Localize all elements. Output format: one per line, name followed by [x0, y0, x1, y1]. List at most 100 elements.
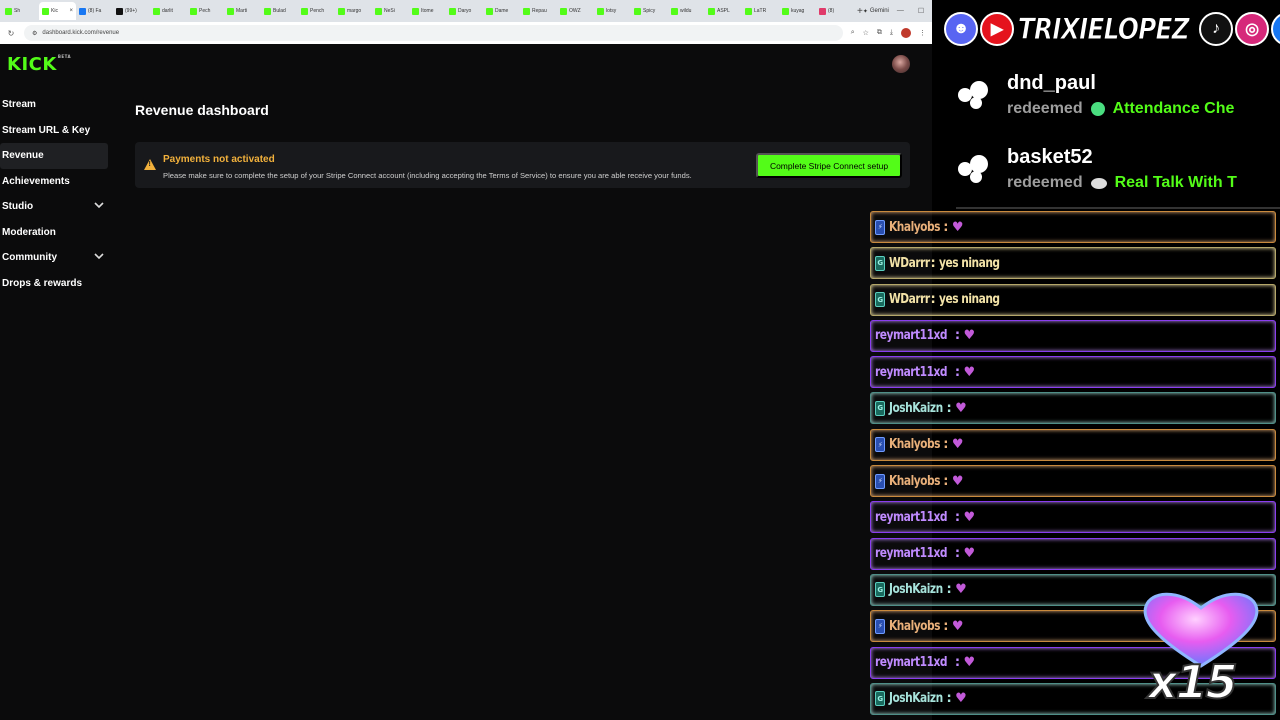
browser-tab[interactable]: Pench	[298, 2, 335, 20]
maximize-icon[interactable]: ☐	[918, 7, 924, 15]
sidebar-item-achievements[interactable]: Achievements	[0, 169, 108, 195]
browser-tab[interactable]: Pech	[187, 2, 224, 20]
browser-tab[interactable]: Daryo	[446, 2, 483, 20]
browser-tab[interactable]: ASPL	[705, 2, 742, 20]
browser-tab[interactable]: LaTR	[742, 2, 779, 20]
tab-title: OWZ	[569, 8, 581, 14]
discord-icon: ☻	[944, 12, 978, 46]
browser-tab[interactable]: (8)	[816, 2, 853, 20]
kick-favicon-icon	[523, 7, 530, 15]
site-info-icon[interactable]: ⚙	[32, 30, 37, 37]
reload-icon[interactable]: ↻	[6, 29, 16, 38]
kick-favicon-icon	[671, 7, 678, 15]
minimize-icon[interactable]: —	[897, 7, 904, 15]
user-avatar[interactable]	[892, 55, 910, 73]
kick-favicon-icon	[412, 7, 419, 15]
browser-tab[interactable]: NeSi	[372, 2, 409, 20]
chat-message: reymart11xd: ♥	[870, 501, 1276, 534]
tab-title: Dame	[495, 8, 509, 14]
browser-tab[interactable]: Bulad	[261, 2, 298, 20]
heart-emote-icon: ♥	[963, 364, 975, 380]
kick-favicon-icon	[560, 7, 567, 15]
kick-favicon-icon	[708, 7, 715, 15]
menu-dots-icon[interactable]: ⋮	[919, 29, 926, 37]
warning-icon: !	[144, 159, 156, 170]
chat-message: reymart11xd: ♥	[870, 319, 1276, 352]
sidebar-item-label: Studio	[2, 201, 34, 213]
heart-emote-icon: ♥	[951, 219, 964, 235]
extensions-icon[interactable]: ⧉	[877, 29, 882, 37]
chevron-down-icon[interactable]	[94, 253, 104, 262]
chat-message: reymart11xd: ♥	[870, 356, 1276, 389]
chat-separator: :	[943, 618, 948, 634]
browser-tab[interactable]: (99+)	[113, 2, 150, 20]
sidebar-item-label: Community	[2, 252, 57, 264]
sub-badge-icon: ⚡	[875, 618, 885, 634]
chat-username: reymart11xd	[875, 546, 948, 562]
redeemer-avatar-icon	[956, 152, 990, 186]
chat-username: reymart11xd	[875, 364, 948, 380]
alert-title: Payments not activated	[163, 154, 275, 165]
chat-separator: :	[954, 546, 960, 562]
chat-username: JoshKaizn	[889, 691, 943, 707]
sparkle-icon: ✦	[862, 8, 868, 15]
sidebar-item-drops-rewards[interactable]: Drops & rewards	[0, 271, 108, 297]
tab-close-icon[interactable]: ×	[69, 8, 73, 14]
tab-title: (8) Fa	[88, 8, 102, 14]
sidebar-item-label: Moderation	[2, 226, 56, 238]
address-bar-row: ↻ ⚙ dashboard.kick.com/revenue ⌕ ☆ ⧉ ⤓ ⋮	[0, 22, 932, 44]
chevron-down-icon[interactable]	[94, 202, 104, 211]
browser-tab[interactable]: darlit	[150, 2, 187, 20]
browser-tab[interactable]: kuyag	[779, 2, 816, 20]
kick-favicon-icon	[782, 7, 789, 15]
browser-tab[interactable]: Sh	[2, 2, 39, 20]
browser-tab[interactable]: margo	[335, 2, 372, 20]
heart-counter: x15	[1147, 654, 1239, 710]
tiktok-favicon-icon	[116, 7, 123, 15]
tiktok-icon: ♪	[1199, 12, 1234, 46]
browser-tab[interactable]: Kic ×	[39, 2, 76, 20]
gemini-button[interactable]: ✦ Gemini	[863, 8, 897, 15]
browser-tab[interactable]: Spicy	[631, 2, 668, 20]
browser-tab[interactable]: lotsy	[594, 2, 631, 20]
browser-tab[interactable]: OWZ	[557, 2, 594, 20]
chat-separator: :	[946, 400, 952, 416]
browser-tab[interactable]: Repau	[520, 2, 557, 20]
kick-favicon-icon	[227, 7, 234, 15]
bookmark-star-icon[interactable]: ☆	[863, 29, 869, 37]
chat-username: reymart11xd	[875, 328, 948, 344]
browser-tab[interactable]: wildu	[668, 2, 705, 20]
gifter-badge-icon: G	[875, 691, 885, 707]
profile-avatar[interactable]	[901, 28, 911, 38]
download-icon[interactable]: ⤓	[890, 29, 893, 37]
tab-title: Repau	[532, 8, 547, 14]
chat-message: ⚡ Khalyobs: ♥	[870, 211, 1276, 243]
heart-emote-icon: ♥	[951, 618, 964, 634]
heart-emote-icon: ♥	[955, 691, 967, 707]
chat-username: Khalyobs	[889, 437, 941, 453]
browser-tab[interactable]: (8) Fa	[76, 2, 113, 20]
chat-separator: :	[930, 292, 936, 308]
reward-name: Real Talk With T	[1114, 174, 1237, 191]
sidebar-item-stream[interactable]: Stream	[0, 92, 108, 118]
browser-tab[interactable]: Itome	[409, 2, 446, 20]
url-field[interactable]: ⚙ dashboard.kick.com/revenue	[24, 25, 843, 41]
sidebar-item-label: Stream URL & Key	[2, 124, 91, 136]
browser-tab[interactable]: Marti	[224, 2, 261, 20]
tab-title: Sh	[14, 8, 21, 14]
facebook-favicon-icon	[79, 7, 86, 15]
sidebar-item-studio[interactable]: Studio	[0, 194, 108, 220]
stripe-setup-button[interactable]: Complete Stripe Connect setup	[756, 153, 902, 178]
zoom-icon[interactable]: ⌕	[851, 29, 855, 37]
sidebar-item-stream-url-key[interactable]: Stream URL & Key	[0, 118, 108, 144]
browser-tab[interactable]: Dame	[483, 2, 520, 20]
tab-title: NeSi	[384, 8, 395, 14]
chat-username: JoshKaizn	[889, 400, 943, 416]
chat-message: G WDarrr: yes ninang	[870, 283, 1276, 316]
sidebar-item-moderation[interactable]: Moderation	[0, 220, 108, 246]
chat-message: reymart11xd: ♥	[870, 537, 1276, 570]
sidebar-item-revenue[interactable]: Revenue	[0, 143, 108, 169]
sidebar-item-community[interactable]: Community	[0, 245, 108, 271]
kick-logo[interactable]: KICKBETA	[7, 54, 71, 75]
url-text: dashboard.kick.com/revenue	[42, 30, 120, 36]
